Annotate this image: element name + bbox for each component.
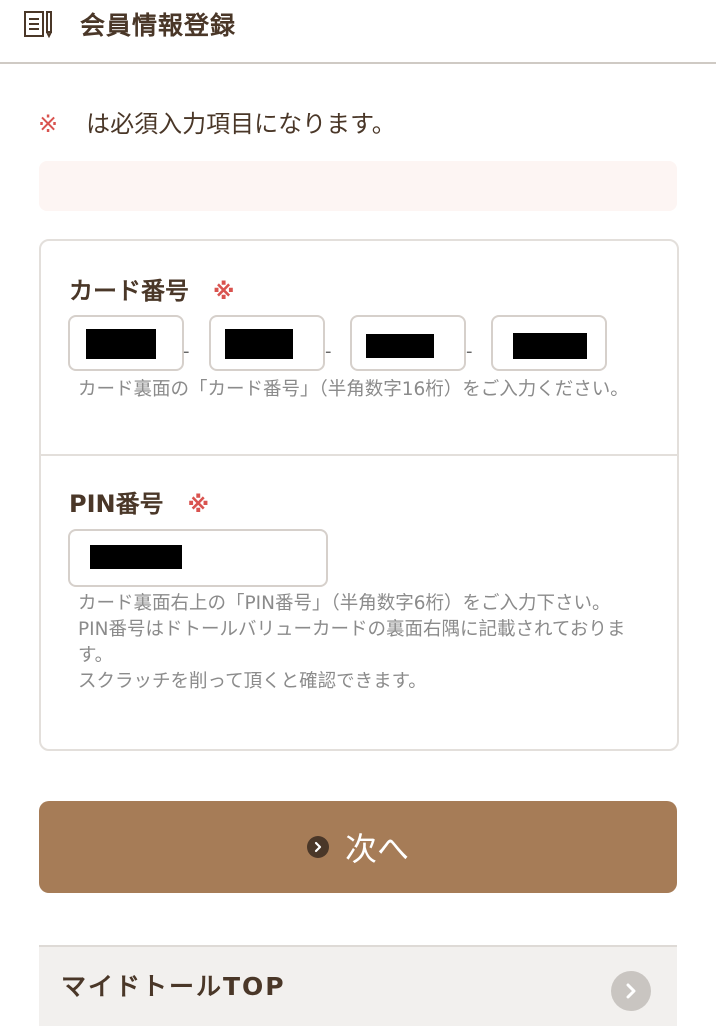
section-divider: [41, 454, 677, 456]
chevron-right-circle-icon: [611, 971, 651, 1011]
mydoutor-top-link[interactable]: マイドトールTOP: [39, 945, 677, 1026]
pin-input[interactable]: [68, 529, 328, 587]
redacted-value: [513, 333, 587, 359]
card-number-input-2[interactable]: [209, 315, 325, 371]
document-icon: [24, 10, 54, 39]
pin-help-text: カード裏面右上の「PIN番号」（半角数字6桁）をご入力下さい。 PIN番号はドト…: [78, 591, 648, 695]
page-header: 会員情報登録: [0, 0, 716, 64]
error-message-area: [39, 161, 677, 211]
pin-help-line: カード裏面右上の「PIN番号」（半角数字6桁）をご入力下さい。: [78, 593, 611, 614]
required-notice: ※ は必須入力項目になります。: [38, 104, 396, 139]
redacted-value: [90, 545, 182, 569]
pin-help-line: スクラッチを削って頂くと確認できます。: [78, 671, 427, 692]
card-number-required-mark: ※: [213, 280, 235, 305]
chevron-right-circle-icon: [306, 836, 329, 858]
card-number-separator: -: [466, 341, 473, 362]
page-title: 会員情報登録: [80, 11, 237, 40]
pin-required-mark: ※: [187, 493, 209, 518]
mydoutor-top-label: マイドトールTOP: [61, 972, 286, 1001]
card-number-input-3[interactable]: [350, 315, 466, 371]
redacted-value: [366, 334, 434, 358]
card-number-input-1[interactable]: [68, 315, 184, 371]
card-number-separator: -: [325, 341, 332, 362]
next-button[interactable]: 次へ: [39, 801, 677, 893]
next-button-label: 次へ: [344, 830, 409, 868]
card-number-input-4[interactable]: [491, 315, 607, 371]
redacted-value: [86, 329, 156, 359]
registration-form: カード番号 ※ - - - カード裏面の「カード番号」（半角数字16桁）をご入力く…: [39, 239, 679, 751]
card-number-label-text: カード番号: [69, 277, 189, 305]
pin-label: PIN番号 ※: [69, 484, 209, 519]
pin-help-line: PIN番号はドトールバリューカードの裏面右隅に記載されております。: [78, 619, 626, 666]
card-number-help-text: カード裏面の「カード番号」（半角数字16桁）をご入力ください。: [78, 379, 629, 400]
required-mark: ※: [38, 110, 59, 138]
card-number-label: カード番号 ※: [69, 271, 234, 306]
pin-label-text: PIN番号: [69, 490, 164, 518]
card-number-separator: -: [183, 341, 190, 362]
redacted-value: [225, 329, 293, 359]
required-notice-text: は必須入力項目になります。: [86, 110, 396, 138]
